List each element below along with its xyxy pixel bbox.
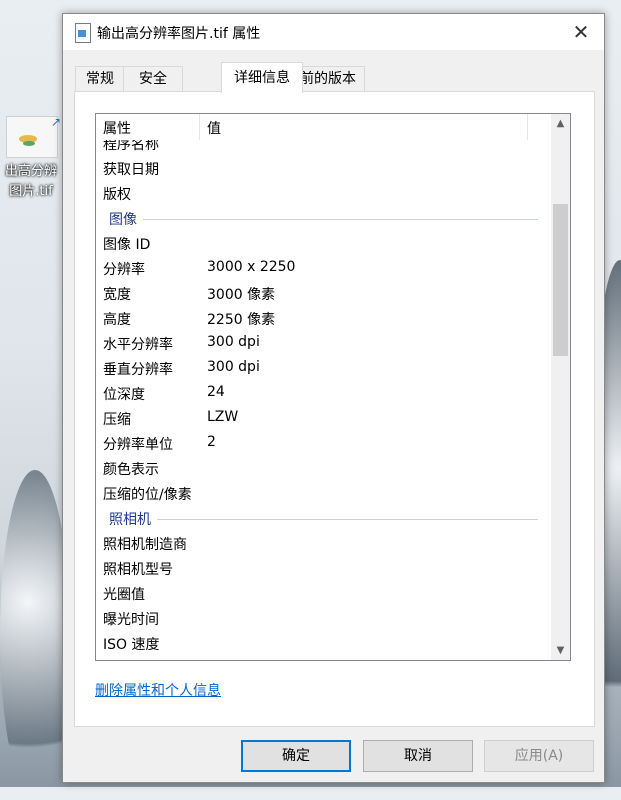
close-icon: ✕	[572, 20, 590, 44]
property-name: ISO 速度	[103, 637, 160, 653]
property-name: 分辨率单位	[103, 437, 173, 453]
property-name: 版权	[103, 187, 131, 203]
ok-button[interactable]: 确定	[241, 740, 351, 772]
list-item[interactable]: 分辨率 3000 x 2250	[96, 256, 550, 281]
list-item[interactable]: 照相机制造商	[96, 531, 550, 556]
property-name: 照相机型号	[103, 562, 173, 578]
list-item[interactable]: 压缩的位/像素	[96, 481, 550, 506]
property-name: 压缩	[103, 412, 131, 428]
image-file-icon	[75, 23, 91, 43]
list-item[interactable]: 水平分辨率 300 dpi	[96, 331, 550, 356]
property-value: 300 dpi	[207, 359, 260, 375]
property-name: 获取日期	[103, 162, 159, 178]
property-name: 照相机制造商	[103, 537, 187, 553]
file-thumbnail-icon: ↗	[6, 115, 61, 158]
property-name: 垂直分辨率	[103, 362, 173, 378]
list-item[interactable]: 获取日期	[96, 156, 550, 181]
tab-security[interactable]: 安全	[123, 66, 183, 91]
list-item[interactable]: 压缩 LZW	[96, 406, 550, 431]
property-name: 压缩的位/像素	[103, 487, 192, 503]
shortcut-badge-icon: ↗	[50, 115, 62, 129]
column-header-property[interactable]: 属性	[103, 118, 131, 138]
property-value: LZW	[207, 409, 239, 425]
property-name: 位深度	[103, 387, 145, 403]
section-label: 照相机	[109, 509, 157, 529]
property-name: 宽度	[103, 287, 131, 303]
property-name: 水平分辨率	[103, 337, 173, 353]
property-value: 2250 像素	[207, 312, 276, 328]
list-item[interactable]: 光圈值	[96, 581, 550, 606]
list-item[interactable]: 高度 2250 像素	[96, 306, 550, 331]
list-item[interactable]: 版权	[96, 181, 550, 206]
scroll-down-arrow-icon[interactable]: ▼	[551, 641, 570, 660]
properties-dialog: 输出高分辨率图片.tif 属性 ✕ 常规 安全 详细信息 以前的版本 属性 值 …	[62, 13, 605, 783]
title-bar[interactable]: 输出高分辨率图片.tif 属性 ✕	[63, 14, 604, 50]
dialog-title: 输出高分辨率图片.tif 属性	[97, 26, 261, 42]
property-value: 24	[207, 384, 225, 400]
property-name: 分辨率	[103, 262, 145, 278]
property-value: 3000 像素	[207, 287, 276, 303]
background-snow-tree	[0, 470, 70, 800]
vertical-scrollbar[interactable]: ▲ ▼	[551, 114, 570, 660]
list-item[interactable]: 照相机型号	[96, 556, 550, 581]
property-name: 图像 ID	[103, 237, 151, 253]
list-item[interactable]: 图像 ID	[96, 231, 550, 256]
property-name: 高度	[103, 312, 131, 328]
details-panel: 属性 值 程序名称 获取日期 版权 图像 图像 ID 分辨率 3000 x 2250 宽度 3…	[74, 91, 595, 727]
remove-properties-link[interactable]: 删除属性和个人信息	[95, 680, 221, 700]
property-value: 3000 x 2250	[207, 259, 296, 275]
column-header-value[interactable]: 值	[207, 118, 221, 138]
list-item[interactable]: 宽度 3000 像素	[96, 281, 550, 306]
property-list[interactable]: 属性 值 程序名称 获取日期 版权 图像 图像 ID 分辨率 3000 x 2250 宽度 3…	[95, 113, 571, 661]
property-value: 300 dpi	[207, 334, 260, 350]
cancel-button[interactable]: 取消	[363, 740, 473, 772]
list-item[interactable]: ISO 速度	[96, 631, 550, 656]
property-name: 光圈值	[103, 587, 145, 603]
list-item[interactable]: 垂直分辨率 300 dpi	[96, 356, 550, 381]
tab-details[interactable]: 详细信息	[221, 62, 303, 93]
section-label: 图像	[109, 209, 143, 229]
list-item[interactable]: 曝光时间	[96, 606, 550, 631]
scroll-up-arrow-icon[interactable]: ▲	[551, 114, 570, 133]
property-name: 曝光时间	[103, 612, 159, 628]
list-header: 属性 值	[96, 114, 550, 140]
tab-general[interactable]: 常规	[75, 66, 125, 91]
property-name: 颜色表示	[103, 462, 159, 478]
desktop-file-label: 出高分辨 图片.tif	[4, 164, 57, 199]
section-header: 图像	[96, 206, 550, 231]
list-item[interactable]: 分辨率单位 2	[96, 431, 550, 456]
list-item[interactable]: 颜色表示	[96, 456, 550, 481]
apply-button[interactable]: 应用(A)	[484, 740, 594, 772]
list-item[interactable]: 位深度 24	[96, 381, 550, 406]
property-value: 2	[207, 434, 216, 450]
close-button[interactable]: ✕	[558, 14, 604, 50]
scrollbar-thumb[interactable]	[553, 204, 568, 356]
section-header: 照相机	[96, 506, 550, 531]
